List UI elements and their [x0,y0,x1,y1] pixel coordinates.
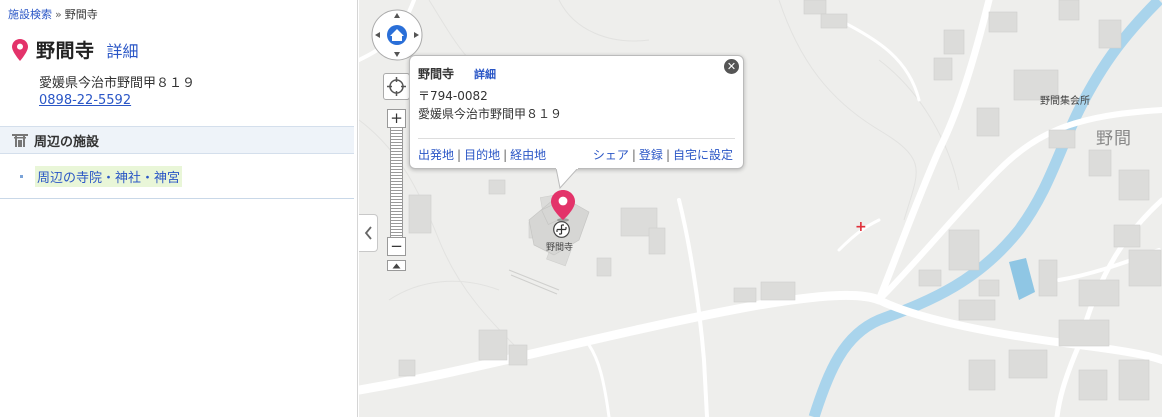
collapse-panel-button[interactable] [359,214,378,252]
link-separator: | [503,148,508,162]
area-name-map-label: 野間 [1096,129,1132,149]
selected-location-pin-icon[interactable] [551,190,575,222]
nearby-list-item[interactable]: 周辺の寺院・神社・神宮 [20,166,183,187]
breadcrumb-root-link[interactable]: 施設検索 [8,8,52,21]
set-waypoint-link[interactable]: 経由地 [510,148,546,162]
set-origin-link[interactable]: 出発地 [418,148,454,162]
breadcrumb: 施設検索» 野間寺 [8,6,98,22]
pan-control[interactable] [371,9,423,61]
map-pin-icon [12,38,28,61]
nearby-section-title: 周辺の施設 [34,134,100,150]
popup-action-links: シェア | 登録 | 自宅に設定 [593,146,733,163]
link-separator: | [457,148,462,162]
nearby-temples-link[interactable]: 周辺の寺院・神社・神宮 [35,166,183,187]
register-link[interactable]: 登録 [639,148,663,162]
temple-map-label: 野間寺 [546,243,574,253]
popup-title: 野間寺 [418,67,455,81]
triangle-up-icon [392,263,401,268]
zoom-out-button[interactable]: − [387,237,406,256]
temple-symbol-icon [553,221,570,238]
popup-postal-code: 〒794-0082 [418,89,488,103]
popup-detail-link[interactable]: 詳細 [474,66,496,82]
locate-button[interactable] [383,73,410,100]
place-address: 愛媛県今治市野間甲８１９ [39,76,196,91]
shrine-icon [12,133,28,147]
page-title: 野間寺 [36,40,95,62]
breadcrumb-current: 野間寺 [64,8,98,21]
popup-divider [418,138,735,139]
share-link[interactable]: シェア [593,148,629,162]
info-popup: ✕ 野間寺 詳細 〒794-0082 愛媛県今治市野間甲８１９ 出発地 | 目的地 |… [409,55,744,169]
set-home-link[interactable]: 自宅に設定 [673,148,733,162]
zoom-slider[interactable] [390,128,403,237]
zoom-slider-handle[interactable] [387,260,406,271]
crosshair-icon [387,77,406,96]
side-panel: 施設検索» 野間寺 野間寺 詳細 愛媛県今治市野間甲８１９ 0898-22-559… [0,0,358,417]
nearby-section-header: 周辺の施設 [0,126,354,154]
chevron-left-icon [364,226,372,240]
panel-divider [0,198,354,199]
bullet-icon [20,175,23,178]
zoom-in-button[interactable]: + [387,109,406,128]
popup-tail [556,167,578,189]
popup-address: 愛媛県今治市野間甲８１９ [418,107,563,121]
set-destination-link[interactable]: 目的地 [464,148,500,162]
phone-link[interactable]: 0898-22-5592 [39,93,131,108]
link-separator: | [631,148,636,162]
popup-route-links: 出発地 | 目的地 | 経由地 [418,146,546,163]
link-separator: | [665,148,670,162]
close-icon[interactable]: ✕ [724,59,739,74]
community-hall-map-label: 野間集会所 [1040,96,1090,107]
breadcrumb-separator: » [55,8,62,21]
hospital-marker-icon: + [855,219,867,235]
place-title-row: 野間寺 詳細 [12,36,139,63]
detail-link[interactable]: 詳細 [107,38,139,62]
